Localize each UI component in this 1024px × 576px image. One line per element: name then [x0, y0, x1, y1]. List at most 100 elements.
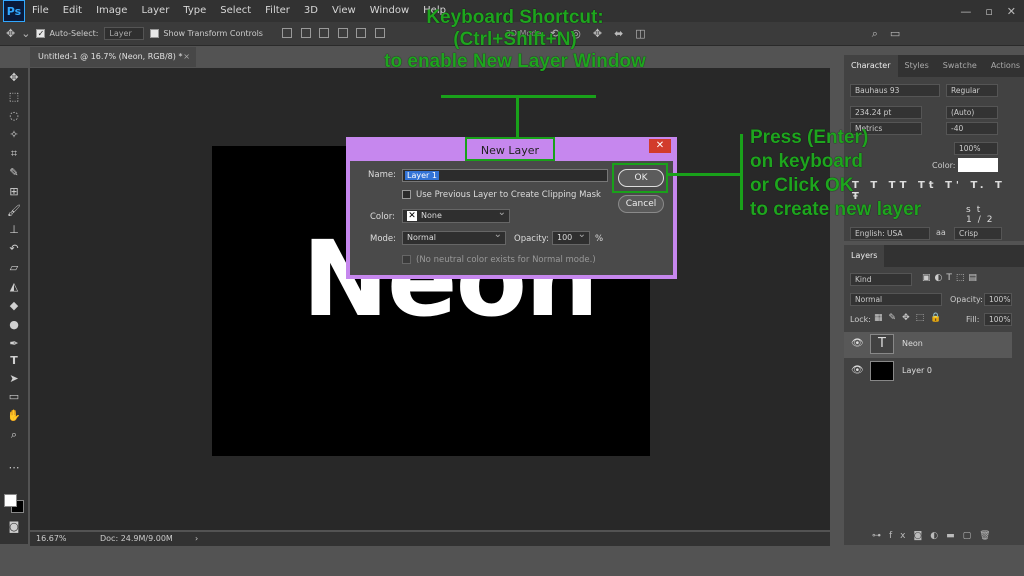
antialias-select[interactable]: Crisp: [954, 227, 1002, 240]
lock-all-icon[interactable]: 🔒: [930, 313, 947, 323]
align-left-icon[interactable]: [337, 27, 348, 38]
new-layer-icon[interactable]: ▢: [963, 531, 980, 541]
opacity-field[interactable]: 100: [552, 229, 590, 245]
lock-pixels-icon[interactable]: ✎: [889, 313, 903, 323]
menu-layer[interactable]: Layer: [134, 0, 176, 22]
language-select[interactable]: English: USA: [850, 227, 930, 240]
blur-tool-icon[interactable]: ◆: [0, 298, 28, 314]
align-top-icon[interactable]: [281, 27, 292, 38]
lasso-tool-icon[interactable]: ◌: [0, 108, 28, 124]
menu-filter[interactable]: Filter: [258, 0, 297, 22]
font-family-select[interactable]: Bauhaus 93: [850, 84, 940, 97]
type-tool-icon[interactable]: T: [0, 353, 28, 369]
window-controls: — ▫ ✕: [960, 0, 1016, 22]
visibility-eye-icon[interactable]: 👁: [851, 338, 864, 349]
shortcut-annotation-line3: to enable New Layer Window: [384, 51, 646, 72]
layer-opacity-field[interactable]: 100%: [984, 293, 1012, 306]
layer-filter-select[interactable]: Kind: [850, 273, 912, 286]
font-style-select[interactable]: Regular: [946, 84, 998, 97]
delete-layer-icon[interactable]: 🗑: [979, 531, 998, 541]
zoom-tool-icon[interactable]: ⌕: [0, 427, 28, 443]
zoom-level[interactable]: 16.67%: [36, 532, 67, 546]
auto-select-checkbox[interactable]: [36, 29, 46, 38]
document-tab[interactable]: Untitled-1 @ 16.7% (Neon, RGB/8) * ×: [30, 47, 196, 67]
search-icon[interactable]: ⌕: [872, 27, 878, 41]
more-tools-icon[interactable]: ⋯: [0, 460, 28, 476]
paint-bucket-icon[interactable]: ◭: [0, 279, 28, 295]
annotation-connector-top: [516, 97, 519, 137]
marquee-tool-icon[interactable]: ⬚: [0, 89, 28, 105]
tab-character[interactable]: Character: [844, 55, 898, 77]
menu-select[interactable]: Select: [213, 0, 258, 22]
hand-tool-icon[interactable]: ✋: [0, 408, 28, 424]
auto-select-dropdown[interactable]: Layer: [104, 27, 145, 40]
menu-image[interactable]: Image: [89, 0, 134, 22]
cancel-button[interactable]: Cancel: [618, 195, 664, 213]
pen-tool-icon[interactable]: ✒: [0, 336, 28, 352]
mode-select[interactable]: Normal: [402, 229, 506, 245]
align-middle-icon[interactable]: [300, 27, 311, 38]
foreground-color-swatch[interactable]: [4, 494, 17, 507]
tab-swatches[interactable]: Swatche: [936, 55, 984, 77]
status-menu-arrow[interactable]: ›: [195, 532, 198, 546]
show-transform-checkbox[interactable]: [150, 29, 160, 38]
shape-tool-icon[interactable]: ▭: [0, 389, 28, 405]
menu-edit[interactable]: Edit: [56, 0, 89, 22]
lock-transparency-icon[interactable]: ▦: [874, 313, 889, 323]
visibility-eye-icon[interactable]: 👁: [851, 365, 864, 376]
close-tab-icon[interactable]: ×: [183, 47, 190, 67]
color-select[interactable]: ✕ None: [402, 207, 510, 223]
layer-row-neon[interactable]: 👁 T Neon: [844, 332, 1012, 358]
dodge-tool-icon[interactable]: ●: [0, 317, 28, 333]
chevron-down-icon[interactable]: ⌄: [21, 27, 30, 40]
menu-file[interactable]: File: [25, 0, 56, 22]
dialog-close-button[interactable]: ✕: [649, 139, 671, 153]
close-window-button[interactable]: ✕: [1007, 5, 1016, 18]
layer-row-layer0[interactable]: 👁 Layer 0: [844, 359, 1012, 385]
font-size-field[interactable]: 234.24 pt: [850, 106, 922, 119]
lock-artboard-icon[interactable]: ⬚: [916, 313, 931, 323]
maximize-button[interactable]: ▫: [985, 5, 992, 18]
status-bar: 16.67% Doc: 24.9M/9.00M ›: [30, 532, 830, 546]
filter-pixel-icon[interactable]: ▣: [922, 273, 935, 283]
menu-3d[interactable]: 3D: [297, 0, 325, 22]
move-tool-icon[interactable]: ✥: [6, 27, 15, 40]
filter-adjustment-icon[interactable]: ◐: [935, 273, 947, 283]
layer-name[interactable]: Layer 0: [902, 366, 932, 375]
layer-name[interactable]: Neon: [902, 339, 923, 348]
fx-icon[interactable]: fx: [889, 531, 914, 541]
layer-name-input[interactable]: Layer 1: [402, 169, 608, 182]
tab-styles[interactable]: Styles: [898, 55, 936, 77]
layer-fill-field[interactable]: 100%: [984, 313, 1012, 326]
align-bottom-icon[interactable]: [319, 27, 330, 38]
crop-tool-icon[interactable]: ⌗: [0, 146, 28, 162]
path-selection-icon[interactable]: ➤: [0, 371, 28, 387]
adjustment-layer-icon[interactable]: ◐: [930, 531, 946, 541]
add-mask-icon[interactable]: ◙: [914, 531, 931, 541]
blend-mode-select[interactable]: Normal: [850, 293, 942, 306]
filter-shape-icon[interactable]: ⬚: [956, 273, 969, 283]
healing-brush-icon[interactable]: ⊞: [0, 184, 28, 200]
clipping-mask-checkbox[interactable]: [402, 190, 411, 199]
filter-type-icon[interactable]: T: [946, 273, 956, 283]
filter-smart-icon[interactable]: ▤: [968, 273, 981, 283]
brush-tool-icon[interactable]: 🖌: [0, 203, 28, 219]
eraser-tool-icon[interactable]: ▱: [0, 260, 28, 276]
tab-layers[interactable]: Layers: [844, 245, 885, 267]
dialog-title: New Layer: [465, 137, 555, 161]
leading-field[interactable]: (Auto): [946, 106, 998, 119]
quick-mask-icon[interactable]: ◙: [0, 519, 28, 535]
tab-actions[interactable]: Actions: [984, 55, 1024, 77]
magic-wand-icon[interactable]: ✧: [0, 127, 28, 143]
minimize-button[interactable]: —: [960, 5, 971, 18]
lock-position-icon[interactable]: ✥: [902, 313, 916, 323]
eyedropper-icon[interactable]: ✎: [0, 165, 28, 181]
clone-stamp-icon[interactable]: ⊥: [0, 222, 28, 238]
workspace-icon[interactable]: ▭: [890, 27, 900, 40]
color-label: Color:: [370, 212, 395, 222]
link-layers-icon[interactable]: ⊶: [872, 531, 889, 541]
new-group-icon[interactable]: ▬: [946, 531, 963, 541]
menu-type[interactable]: Type: [176, 0, 213, 22]
move-tool-icon[interactable]: ✥: [0, 70, 28, 86]
history-brush-icon[interactable]: ↶: [0, 241, 28, 257]
